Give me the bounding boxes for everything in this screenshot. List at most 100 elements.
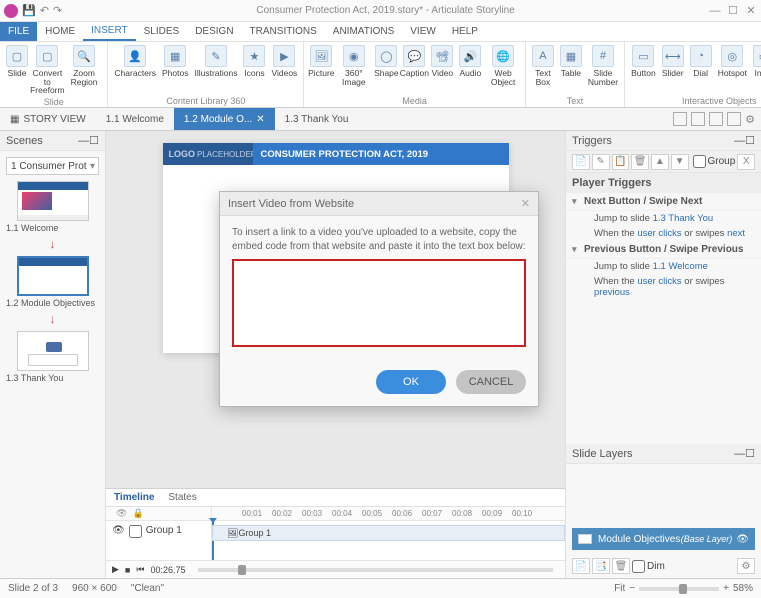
dim-checkbox[interactable] <box>632 560 645 573</box>
trigger-down-icon[interactable]: ▼ <box>671 154 689 170</box>
ribbon-caption[interactable]: 💬Caption <box>401 44 427 95</box>
status-dim: 960 × 600 <box>72 583 117 594</box>
thumb-label-2: 1.2 Module Objectives <box>6 298 99 308</box>
ribbon-photos[interactable]: ▦Photos <box>160 44 190 95</box>
tab-close-icon[interactable]: ✕ <box>256 114 264 125</box>
trigger-prev-when[interactable]: When the user clicks or swipes previous <box>566 274 761 300</box>
view-phone-l-icon[interactable] <box>709 112 723 126</box>
trigger-edit-icon[interactable]: ✎ <box>592 154 610 170</box>
ok-button[interactable]: OK <box>376 370 446 394</box>
ribbon-illustrations[interactable]: ✎Illustrations <box>192 44 239 95</box>
layer-add-icon[interactable]: 📄 <box>572 558 590 574</box>
view-tablet-icon[interactable] <box>691 112 705 126</box>
ribbon: ▢Slide ▢Convert toFreeform 🔍Zoom Region … <box>0 42 761 108</box>
timeline-ruler[interactable]: 00:01 00:02 00:03 00:04 00:05 00:06 00:0… <box>212 507 565 520</box>
triggers-collapse-icon[interactable]: —☐ <box>734 134 755 147</box>
timeline-tab[interactable]: Timeline <box>114 492 154 503</box>
scenes-collapse-icon[interactable]: —☐ <box>78 134 99 147</box>
ribbon-table[interactable]: ▦Table <box>558 44 584 95</box>
zoom-out-icon[interactable]: − <box>629 583 635 594</box>
tab-slide-3[interactable]: 1.3 Thank You <box>275 108 359 130</box>
zoom-in-icon[interactable]: + <box>723 583 729 594</box>
timeline-object-bar[interactable]: 🖼 Group 1 <box>212 525 565 541</box>
redo-icon[interactable]: ↷ <box>53 4 62 17</box>
thumb-thankyou[interactable] <box>17 331 89 371</box>
trigger-copy-icon[interactable]: 📋 <box>612 154 630 170</box>
ribbon-slider[interactable]: ⟷Slider <box>660 44 686 95</box>
tab-slide-2[interactable]: 1.2 Module O... ✕ <box>174 108 275 130</box>
save-icon[interactable]: 💾 <box>22 4 36 17</box>
row-checkbox[interactable] <box>129 525 142 538</box>
ribbon-picture[interactable]: 🖼Picture <box>308 44 334 95</box>
trigger-up-icon[interactable]: ▲ <box>651 154 669 170</box>
embed-code-input[interactable] <box>232 259 526 347</box>
zoom-fit[interactable]: Fit <box>614 583 625 594</box>
trigger-next-when[interactable]: When the user clicks or swipes next <box>566 226 761 241</box>
undo-icon[interactable]: ↶ <box>40 4 49 17</box>
menu-design[interactable]: DESIGN <box>187 22 241 41</box>
menu-view[interactable]: VIEW <box>402 22 444 41</box>
layer-base[interactable]: Module Objectives (Base Layer) 👁 <box>572 528 755 550</box>
states-tab[interactable]: States <box>168 492 196 503</box>
thumb-module[interactable] <box>17 256 89 296</box>
layer-dup-icon[interactable]: 📑 <box>592 558 610 574</box>
menu-file[interactable]: FILE <box>0 22 37 41</box>
lock-icon[interactable]: 🔒 <box>132 508 143 519</box>
timeline-zoom-slider[interactable] <box>198 568 553 572</box>
prev-icon[interactable]: ⏮ <box>136 564 144 575</box>
zoom-slider[interactable] <box>639 587 719 591</box>
play-icon[interactable]: ▶ <box>112 564 119 575</box>
ribbon-audio[interactable]: 🔊Audio <box>457 44 483 95</box>
ribbon-textbox[interactable]: AText Box <box>530 44 556 95</box>
settings-icon[interactable]: ⚙ <box>745 113 755 126</box>
layer-del-icon[interactable]: 🗑 <box>612 558 630 574</box>
stop-icon[interactable]: ■ <box>125 565 130 575</box>
dialog-close-icon[interactable]: ✕ <box>521 197 530 210</box>
menu-home[interactable]: HOME <box>37 22 83 41</box>
eye-icon[interactable]: 👁 <box>116 508 127 519</box>
thumb-welcome[interactable] <box>17 181 89 221</box>
ribbon-web[interactable]: 🌐Web Object <box>485 44 521 95</box>
trigger-next-header[interactable]: Next Button / Swipe Next <box>566 193 761 211</box>
trigger-add-icon[interactable]: 📄 <box>572 154 590 170</box>
ribbon-dial[interactable]: ◔Dial <box>688 44 714 95</box>
view-desktop-icon[interactable] <box>673 112 687 126</box>
ribbon-hotspot[interactable]: ◎Hotspot <box>716 44 749 95</box>
trigger-prev-action[interactable]: Jump to slide 1.1 Welcome <box>566 259 761 274</box>
layer-settings-icon[interactable]: ⚙ <box>737 558 755 574</box>
ribbon-layer[interactable]: ▢Convert toFreeform <box>32 44 63 96</box>
titlebar: 💾 ↶ ↷ Consumer Protection Act, 2019.stor… <box>0 0 761 22</box>
maximize-icon[interactable]: ☐ <box>727 5 739 17</box>
zoom-pct[interactable]: 58% <box>733 583 753 594</box>
ribbon-slidenum[interactable]: #Slide Number <box>586 44 620 95</box>
layers-collapse-icon[interactable]: —☐ <box>734 447 755 460</box>
menu-animations[interactable]: ANIMATIONS <box>325 22 402 41</box>
ribbon-shape[interactable]: ◯Shape <box>373 44 399 95</box>
menu-slides[interactable]: SLIDES <box>136 22 188 41</box>
view-phone-p-icon[interactable] <box>727 112 741 126</box>
menu-insert[interactable]: INSERT <box>83 22 136 41</box>
cancel-button[interactable]: CANCEL <box>456 370 526 394</box>
row-eye-icon[interactable]: 👁 <box>112 525 125 536</box>
ribbon-characters[interactable]: 👤Characters <box>112 44 158 95</box>
ribbon-button[interactable]: ▭Button <box>629 44 658 95</box>
trigger-vars-icon[interactable]: X <box>737 154 755 170</box>
ribbon-360[interactable]: ◉360° Image <box>336 44 371 95</box>
ribbon-slide[interactable]: ▢Slide <box>4 44 30 96</box>
ribbon-input[interactable]: ▭Input <box>751 44 761 95</box>
group-checkbox[interactable] <box>693 155 706 168</box>
ribbon-videos[interactable]: ▶Videos <box>269 44 299 95</box>
menu-transitions[interactable]: TRANSITIONS <box>242 22 325 41</box>
ribbon-zoom[interactable]: 🔍Zoom Region <box>65 44 104 96</box>
menu-help[interactable]: HELP <box>444 22 486 41</box>
tab-storyview[interactable]: ▦ STORY VIEW <box>0 108 96 130</box>
scene-dropdown[interactable]: 1 Consumer Prot <box>6 157 99 175</box>
tab-slide-1[interactable]: 1.1 Welcome <box>96 108 174 130</box>
trigger-delete-icon[interactable]: 🗑 <box>631 154 649 170</box>
minimize-icon[interactable]: — <box>709 5 721 17</box>
ribbon-video[interactable]: 📽Video <box>429 44 455 95</box>
trigger-prev-header[interactable]: Previous Button / Swipe Previous <box>566 241 761 259</box>
close-icon[interactable]: ✕ <box>745 5 757 17</box>
ribbon-icons[interactable]: ★Icons <box>241 44 267 95</box>
trigger-next-action[interactable]: Jump to slide 1.3 Thank You <box>566 211 761 226</box>
